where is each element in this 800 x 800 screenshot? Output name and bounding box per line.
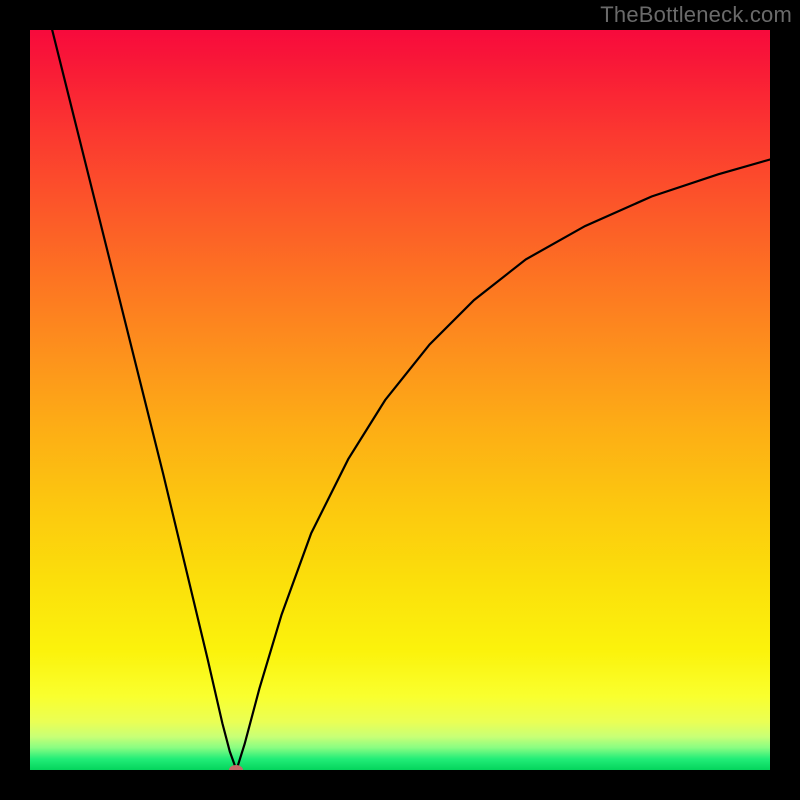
bottleneck-curve bbox=[52, 30, 770, 770]
attribution-text: TheBottleneck.com bbox=[600, 2, 792, 28]
line-chart-svg bbox=[30, 30, 770, 770]
chart-frame: TheBottleneck.com bbox=[0, 0, 800, 800]
minimum-marker bbox=[229, 765, 243, 770]
plot-area bbox=[30, 30, 770, 770]
